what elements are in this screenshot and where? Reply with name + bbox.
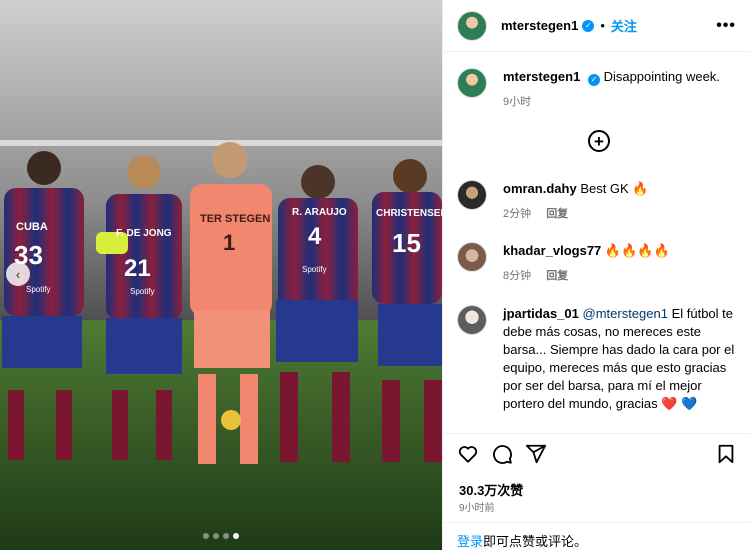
more-options-button[interactable]: ••• bbox=[716, 17, 736, 35]
avatar[interactable] bbox=[457, 305, 487, 335]
reply-button[interactable]: 回复 bbox=[546, 270, 568, 282]
post-photo[interactable]: CUBA 33 F. DE JONG 21 TER STEGEN 1 R. AR… bbox=[0, 0, 442, 550]
post-caption: mterstegen1 ✓ Disappointing week. 9小时 bbox=[443, 68, 750, 111]
comment-bubble-icon bbox=[493, 444, 512, 464]
comment-text: 🔥🔥🔥🔥 bbox=[604, 243, 670, 258]
jersey-name-4: R. ARAUJO bbox=[292, 207, 347, 218]
carousel-prev-button[interactable]: ‹ bbox=[6, 262, 30, 286]
share-button[interactable] bbox=[525, 443, 547, 465]
login-prompt-text: 即可点赞或评论。 bbox=[483, 534, 588, 549]
comment-mention[interactable]: @mterstegen1 bbox=[583, 306, 668, 321]
login-prompt: 登录即可点赞或评论。 bbox=[443, 522, 750, 550]
caption-text: Disappointing week. bbox=[603, 69, 720, 84]
comments-scroll[interactable]: mterstegen1 ✓ Disappointing week. 9小时 + … bbox=[443, 53, 750, 433]
comment-username[interactable]: jpartidas_01 bbox=[503, 306, 579, 321]
team-huddle-illustration: CUBA 33 F. DE JONG 21 TER STEGEN 1 R. AR… bbox=[0, 0, 442, 550]
jersey-name-3: TER STEGEN bbox=[200, 213, 270, 225]
carousel-dot[interactable] bbox=[223, 533, 229, 539]
jersey-name-2: F. DE JONG bbox=[116, 228, 172, 239]
carousel-dots bbox=[0, 533, 442, 539]
header-username[interactable]: mterstegen1 bbox=[501, 18, 578, 33]
comment-text: Best GK 🔥 bbox=[580, 181, 649, 196]
sponsor-logo: Spotify bbox=[302, 265, 326, 274]
comment-time[interactable]: 8分钟 bbox=[503, 270, 531, 282]
avatar[interactable] bbox=[457, 242, 487, 272]
football bbox=[221, 410, 241, 430]
paper-plane-icon bbox=[525, 444, 547, 463]
jersey-name-5: CHRISTENSEN bbox=[376, 208, 442, 219]
jersey-name-1: CUBA bbox=[16, 221, 48, 233]
carousel-dot[interactable] bbox=[203, 533, 209, 539]
verified-badge-icon: ✓ bbox=[587, 74, 600, 86]
post-actions bbox=[443, 433, 750, 473]
avatar[interactable] bbox=[457, 10, 487, 41]
login-link[interactable]: 登录 bbox=[457, 534, 483, 549]
comment-item: omran.dahy Best GK 🔥 2分钟 回复 bbox=[443, 180, 750, 223]
carousel-dot[interactable] bbox=[213, 533, 219, 539]
post-time[interactable]: 9小时前 bbox=[459, 499, 495, 514]
post-header: mterstegen1 ✓ • 关注 ••• bbox=[443, 0, 750, 52]
plus-circle-icon: + bbox=[594, 131, 604, 151]
bookmark-icon bbox=[718, 444, 734, 463]
verified-badge-icon: ✓ bbox=[582, 19, 595, 32]
avatar[interactable] bbox=[457, 180, 487, 210]
like-count[interactable]: 30.3万次赞 bbox=[459, 480, 523, 499]
post-side-panel: mterstegen1 ✓ • 关注 ••• mterstegen1 ✓ Dis… bbox=[442, 0, 750, 550]
comment-text: El fútbol te debe más cosas, no mereces … bbox=[503, 306, 735, 411]
comment-time[interactable]: 2分钟 bbox=[503, 208, 531, 220]
caption-time[interactable]: 9小时 bbox=[503, 96, 531, 108]
comment-username[interactable]: omran.dahy bbox=[503, 181, 577, 196]
reply-button[interactable]: 回复 bbox=[546, 208, 568, 220]
jersey-number-2: 21 bbox=[124, 255, 151, 282]
jersey-number-3: 1 bbox=[223, 230, 235, 255]
load-more-comments-button[interactable]: + bbox=[588, 130, 610, 152]
heart-icon bbox=[458, 445, 478, 463]
header-separator: • bbox=[600, 18, 605, 33]
comment-item: jpartidas_01 @mterstegen1 El fútbol te d… bbox=[443, 305, 750, 413]
jersey-number-5: 15 bbox=[392, 228, 421, 258]
save-button[interactable] bbox=[716, 443, 736, 465]
chevron-left-icon: ‹ bbox=[15, 266, 21, 282]
comment-username[interactable]: khadar_vlogs77 bbox=[503, 243, 601, 258]
carousel-dot-active[interactable] bbox=[233, 533, 239, 539]
comment-button[interactable] bbox=[491, 443, 513, 465]
caption-username[interactable]: mterstegen1 bbox=[503, 69, 580, 84]
comment-item: khadar_vlogs77 🔥🔥🔥🔥 8分钟 回复 bbox=[443, 242, 750, 285]
sponsor-logo: Spotify bbox=[130, 287, 154, 296]
like-button[interactable] bbox=[457, 443, 479, 465]
sponsor-logo: Spotify bbox=[26, 285, 50, 294]
avatar[interactable] bbox=[457, 68, 487, 98]
jersey-number-4: 4 bbox=[308, 223, 322, 250]
follow-button[interactable]: 关注 bbox=[611, 16, 637, 35]
